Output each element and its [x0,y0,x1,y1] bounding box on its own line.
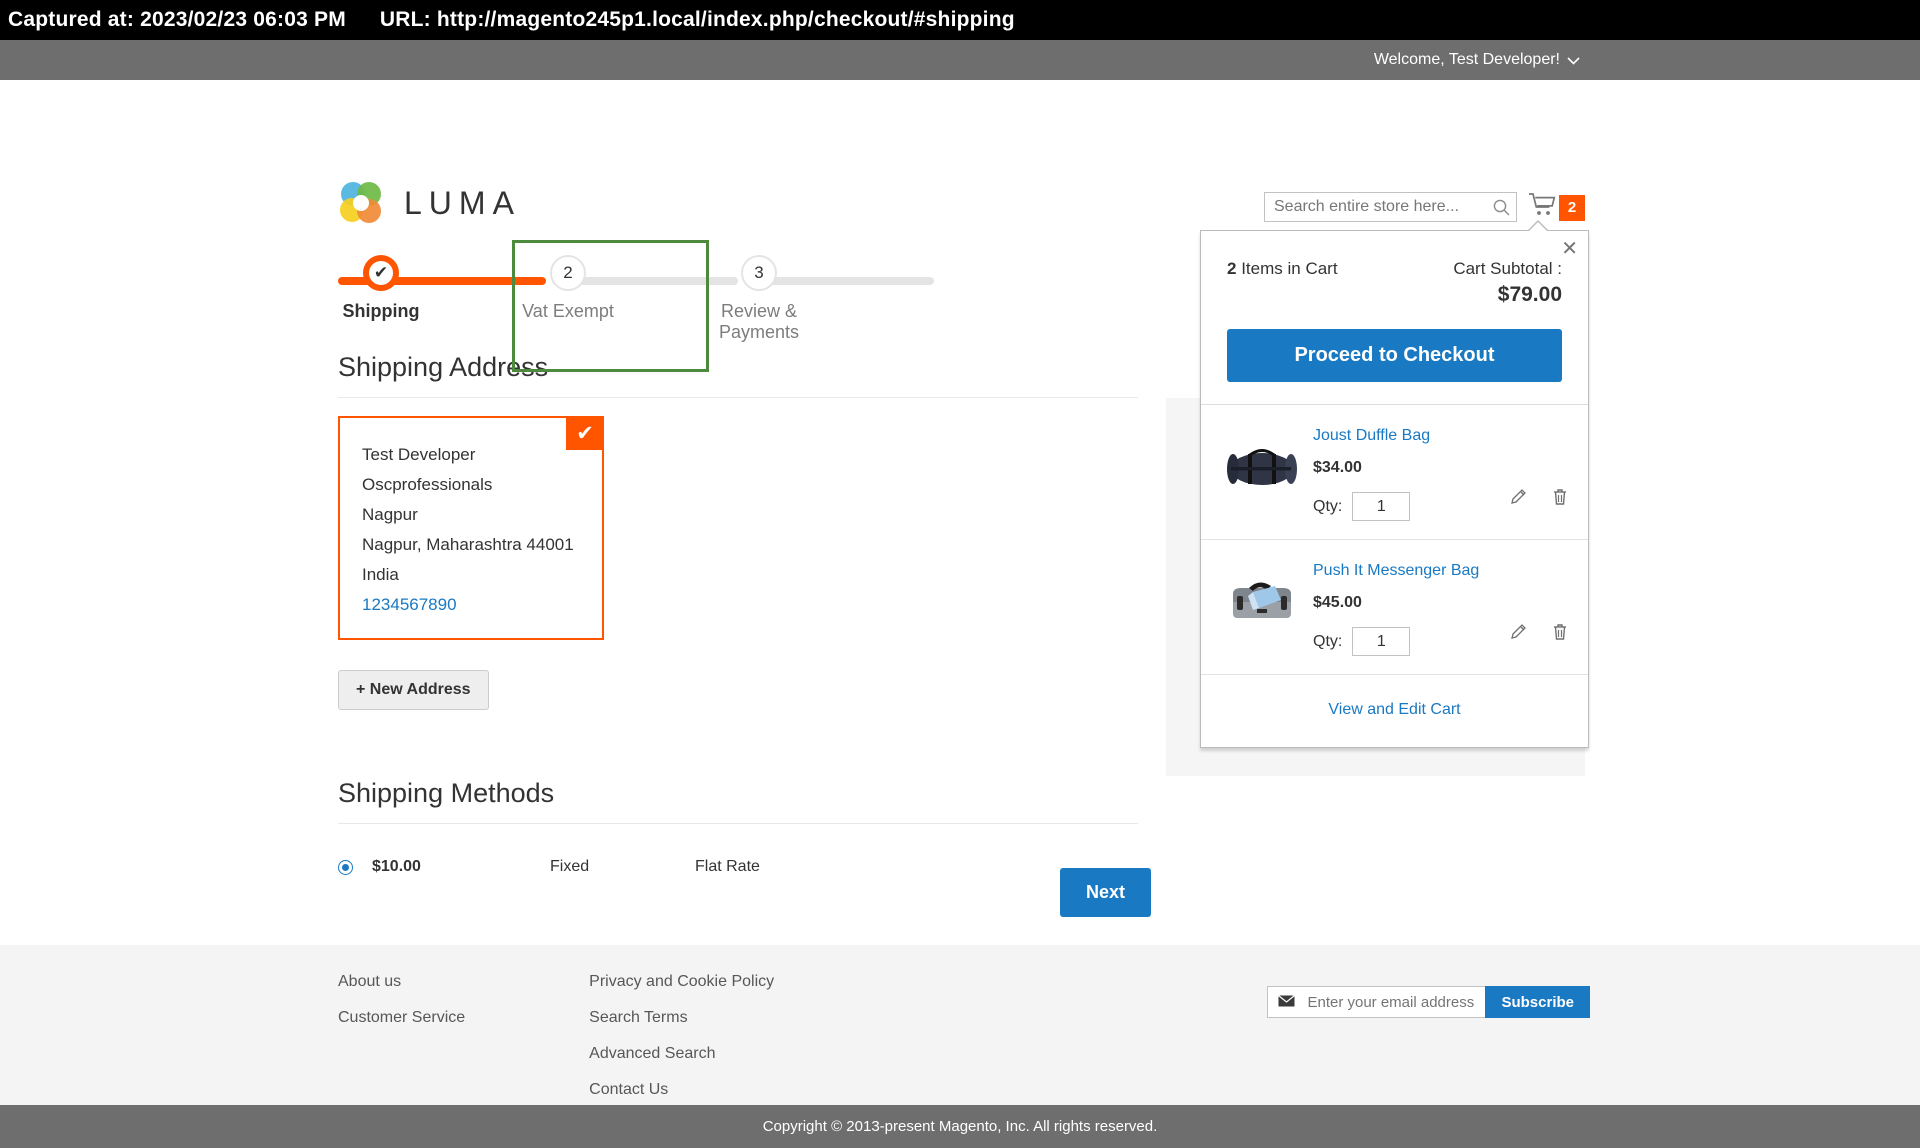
cart-toggle[interactable]: 2 [1528,192,1585,223]
search-icon[interactable] [1486,199,1516,216]
address-line: Nagpur, Maharashtra 44001 [362,530,582,560]
search-box[interactable] [1264,192,1517,222]
minicart-dropdown: ✕ 2 Items in Cart Cart Subtotal : $79.00… [1200,230,1589,748]
copyright-bar: Copyright © 2013-present Magento, Inc. A… [0,1105,1920,1148]
proceed-to-checkout-button[interactable]: Proceed to Checkout [1227,329,1562,382]
view-and-edit-cart-link[interactable]: View and Edit Cart [1328,701,1460,718]
minicart-qty-label: Qty: [1313,633,1342,651]
subscribe-button[interactable]: Subscribe [1485,986,1590,1018]
address-selected-check-icon: ✔ [566,416,604,450]
shipping-methods-title: Shipping Methods [338,778,1138,824]
footer-link-advanced-search[interactable]: Advanced Search [589,1045,774,1063]
progress-step-review-payments[interactable]: 3 Review & Payments [684,255,834,343]
logo-text: LUMA [404,185,521,222]
footer-link-columns: About us Customer Service Privacy and Co… [338,973,898,1117]
minicart-item-name[interactable]: Push It Messenger Bag [1313,562,1562,580]
site-logo[interactable]: LUMA [338,180,521,226]
capture-bar: Captured at: 2023/02/23 06:03 PM URL: ht… [0,0,1920,40]
newsletter-input-wrap[interactable] [1267,986,1485,1018]
minicart-item: Push It Messenger Bag $45.00 Qty: [1201,540,1588,675]
welcome-greeting[interactable]: Welcome, Test Developer! [1374,51,1560,69]
shipping-method-row[interactable]: $10.00 Fixed Flat Rate [338,858,1138,876]
delete-trash-icon[interactable] [1552,488,1568,511]
shopping-cart-icon[interactable] [1528,192,1556,223]
site-footer: About us Customer Service Privacy and Co… [0,945,1920,1105]
shipping-address-title: Shipping Address [338,352,1138,398]
next-button[interactable]: Next [1060,868,1151,917]
close-icon[interactable]: ✕ [1561,239,1578,259]
envelope-icon [1278,994,1295,1010]
minicart-subtotal-label: Cart Subtotal : [1453,259,1562,279]
edit-pencil-icon[interactable] [1510,488,1528,511]
welcome-bar: Welcome, Test Developer! [0,40,1920,80]
minicart-item-name[interactable]: Joust Duffle Bag [1313,427,1562,445]
address-line: Test Developer [362,440,582,470]
minicart-header: 2 Items in Cart Cart Subtotal : $79.00 P… [1201,231,1588,405]
address-line: Nagpur [362,500,582,530]
address-phone-link[interactable]: 1234567890 [362,595,457,614]
shipping-method-name: Flat Rate [695,858,760,876]
step-marker-review-payments: 3 [741,255,777,291]
minicart-items-count-text: Items in Cart [1241,259,1337,278]
minicart-subtotal-value: $79.00 [1453,283,1562,307]
search-input[interactable] [1265,197,1486,217]
minicart-items-count-number: 2 [1227,259,1236,278]
step-marker-shipping: ✔ [363,255,399,291]
newsletter-signup: Subscribe [1267,986,1590,1018]
shipping-method-radio[interactable] [338,860,353,875]
edit-pencil-icon[interactable] [1510,623,1528,646]
delete-trash-icon[interactable] [1552,623,1568,646]
footer-column-2: Privacy and Cookie Policy Search Terms A… [589,973,774,1117]
minicart-qty-label: Qty: [1313,498,1342,516]
footer-link-contact-us[interactable]: Contact Us [589,1081,774,1099]
minicart-qty-input[interactable] [1352,627,1410,656]
progress-step-vat-exempt[interactable]: 2 Vat Exempt [493,255,643,322]
shipping-method-carrier: Fixed [550,858,695,876]
checkout-progress-bar: ✔ Shipping 2 Vat Exempt 3 Review & Payme… [338,255,898,335]
footer-link-search-terms[interactable]: Search Terms [589,1009,774,1027]
footer-link-customer-service[interactable]: Customer Service [338,1009,465,1027]
address-line: Oscprofessionals [362,470,582,500]
newsletter-email-input[interactable] [1305,993,1508,1012]
minicart-items-count: 2 Items in Cart [1227,259,1338,279]
checkout-main-column: Shipping Address ✔ Test Developer Oscpro… [338,352,1138,876]
cart-count-badge: 2 [1559,195,1585,221]
footer-link-about-us[interactable]: About us [338,973,465,991]
product-thumbnail-messenger-bag[interactable] [1223,562,1301,632]
address-line: India [362,560,582,590]
shipping-method-price: $10.00 [372,858,550,876]
copyright-text: Copyright © 2013-present Magento, Inc. A… [763,1118,1158,1135]
capture-timestamp: Captured at: 2023/02/23 06:03 PM [8,8,346,32]
step-label-review-payments: Review & Payments [684,301,834,343]
minicart-item-price: $34.00 [1313,459,1562,477]
step-label-vat-exempt: Vat Exempt [493,301,643,322]
footer-column-1: About us Customer Service [338,973,465,1117]
product-thumbnail-duffle-bag[interactable] [1223,427,1301,497]
minicart-item: Joust Duffle Bag $34.00 Qty: [1201,405,1588,540]
luma-logo-icon [338,180,384,226]
page-body: LUMA 2 ✔ Shipping 2 Vat Exem [0,80,1920,985]
minicart-footer: View and Edit Cart [1201,675,1588,747]
footer-link-privacy-policy[interactable]: Privacy and Cookie Policy [589,973,774,991]
new-address-button[interactable]: + New Address [338,670,489,710]
step-label-shipping: Shipping [306,301,456,322]
capture-url: URL: http://magento245p1.local/index.php… [380,8,1015,32]
step-marker-vat-exempt: 2 [550,255,586,291]
chevron-down-icon[interactable] [1567,53,1580,68]
progress-step-shipping[interactable]: ✔ Shipping [306,255,456,322]
shipping-address-card[interactable]: ✔ Test Developer Oscprofessionals Nagpur… [338,416,604,640]
minicart-qty-input[interactable] [1352,492,1410,521]
minicart-item-price: $45.00 [1313,594,1562,612]
shipping-methods-section: Shipping Methods $10.00 Fixed Flat Rate [338,778,1138,876]
